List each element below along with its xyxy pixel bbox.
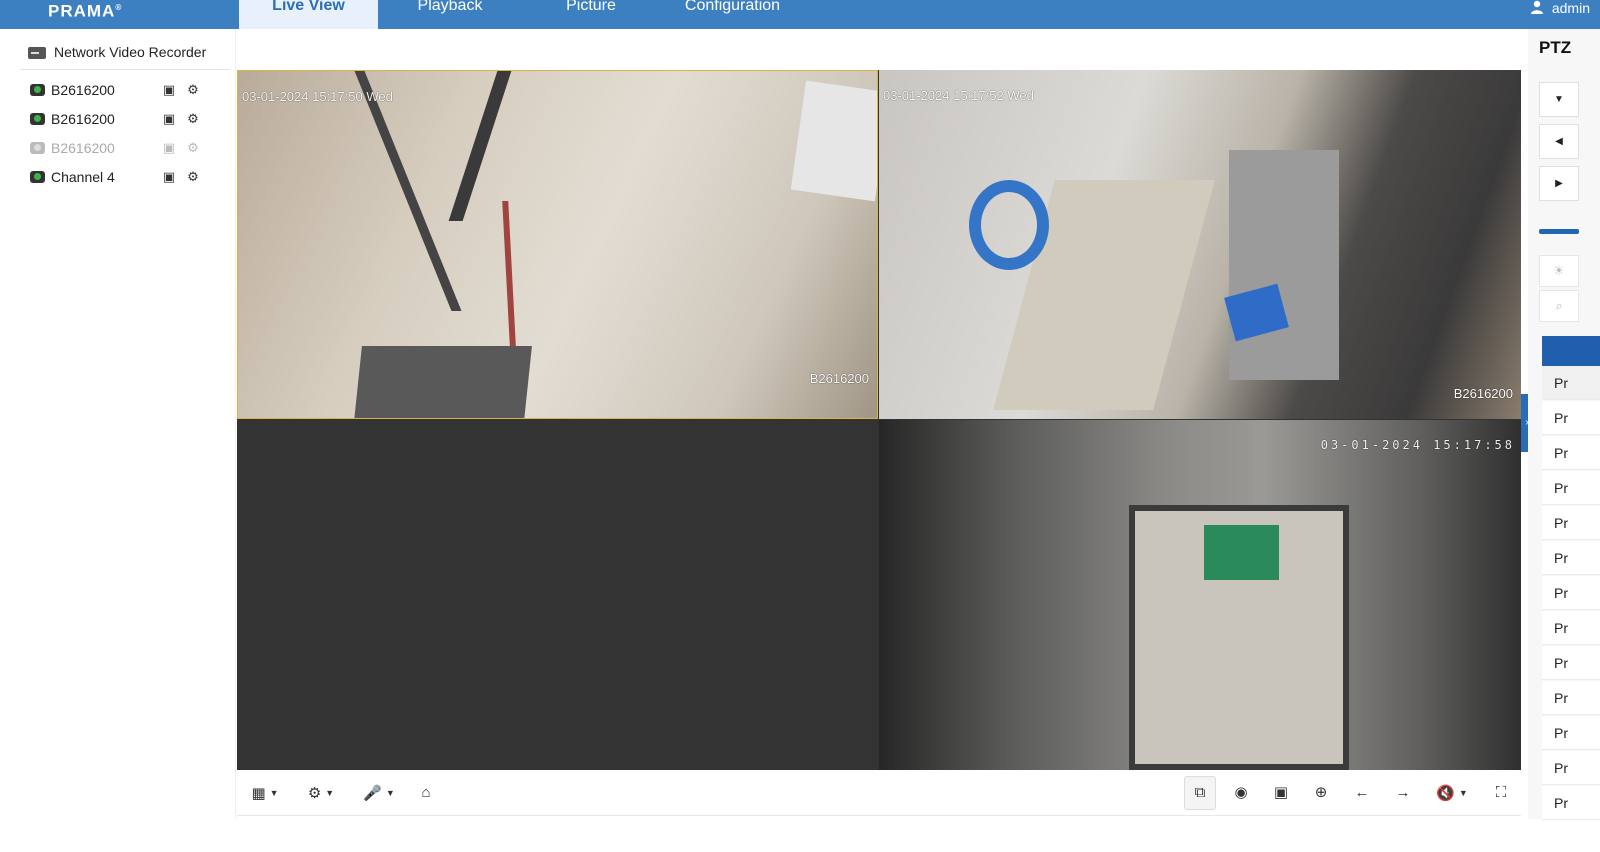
channel-label: Channel 4 bbox=[51, 169, 115, 185]
record-icon[interactable]: ▣ bbox=[160, 169, 178, 185]
capture-icon[interactable]: ◉ bbox=[1230, 782, 1252, 804]
digital-zoom-icon[interactable]: ⊕ bbox=[1310, 782, 1332, 804]
user-menu[interactable]: admin bbox=[1530, 0, 1590, 16]
osd-camera-name: B2616200 bbox=[1453, 386, 1513, 401]
tab-picture[interactable]: Picture bbox=[530, 0, 652, 29]
camera-status-icon bbox=[30, 113, 45, 125]
scene-box bbox=[354, 346, 532, 418]
record-icon[interactable]: ▣ bbox=[160, 82, 178, 98]
preset-item[interactable]: Pr bbox=[1542, 681, 1600, 715]
record-icon[interactable]: ▣ bbox=[160, 111, 178, 127]
record-icon[interactable]: ▣ bbox=[1270, 782, 1292, 804]
fullscreen-icon[interactable]: ⛶ bbox=[1490, 782, 1512, 804]
stream-icon[interactable]: ⚙ ▼ bbox=[301, 782, 341, 804]
preset-item[interactable]: Pr bbox=[1542, 506, 1600, 540]
video-tile-1[interactable]: 03-01-2024 15:17:50 Wed B2616200 bbox=[237, 70, 878, 419]
channel-item-1[interactable]: B2616200 ▣ ⚙ bbox=[30, 79, 220, 101]
camera-status-icon bbox=[30, 142, 45, 154]
ptz-panel: PTZ ▼ ◀ ▶ ☀ ⌕ Pr Pr Pr Pr Pr Pr Pr Pr Pr… bbox=[1528, 29, 1600, 820]
top-navigation-bar: PRAMA® Live View Playback Picture Config… bbox=[0, 0, 1600, 29]
ptz-left-button[interactable]: ◀ bbox=[1539, 124, 1579, 159]
ptz-title: PTZ bbox=[1539, 38, 1572, 57]
nvr-root-label: Network Video Recorder bbox=[54, 44, 207, 60]
record-icon[interactable]: ▣ bbox=[160, 140, 178, 156]
osd-timestamp: 03-01-2024 15:17:58 bbox=[1320, 438, 1515, 452]
zero-channel-icon[interactable]: ⌂ bbox=[415, 782, 437, 804]
volume-icon[interactable]: 🔇 ▼ bbox=[1432, 782, 1472, 804]
preset-item[interactable]: Pr bbox=[1542, 751, 1600, 785]
device-tree-panel: Network Video Recorder B2616200 ▣ ⚙ B261… bbox=[4, 29, 236, 819]
osd-timestamp: 03-01-2024 15:17:50 Wed bbox=[242, 89, 393, 104]
microphone-icon[interactable]: 🎤 ▼ bbox=[359, 782, 399, 804]
preset-item[interactable]: Pr bbox=[1542, 611, 1600, 645]
previous-page-icon[interactable]: ← bbox=[1351, 782, 1373, 804]
stream-settings-icon[interactable]: ⚙ bbox=[184, 82, 202, 98]
camera-status-icon bbox=[30, 84, 45, 96]
video-tile-3-empty[interactable] bbox=[237, 420, 878, 770]
preset-item[interactable]: Pr bbox=[1542, 541, 1600, 575]
username: admin bbox=[1551, 0, 1590, 16]
tab-playback[interactable]: Playback bbox=[384, 0, 516, 29]
scene-cable-coil bbox=[969, 180, 1049, 270]
scene-green-banner bbox=[1204, 525, 1279, 580]
live-view-grid: 03-01-2024 15:17:50 Wed B2616200 03-01-2… bbox=[237, 70, 1521, 770]
focus-icon[interactable]: ⌕ bbox=[1539, 290, 1579, 322]
stream-settings-icon[interactable]: ⚙ bbox=[184, 140, 202, 156]
scene-ac-unit bbox=[790, 80, 877, 202]
preset-item[interactable]: Pr bbox=[1542, 786, 1600, 820]
ptz-speed-slider[interactable] bbox=[1539, 229, 1579, 234]
channel-item-2[interactable]: B2616200 ▣ ⚙ bbox=[30, 108, 220, 130]
channel-label: B2616200 bbox=[51, 111, 115, 127]
scene-cabinet bbox=[1229, 150, 1339, 380]
scene-door-frame bbox=[448, 71, 512, 221]
layout-icon[interactable]: ▦ ▼ bbox=[245, 782, 285, 804]
nvr-root-node[interactable]: Network Video Recorder bbox=[28, 44, 206, 60]
preset-tab-header[interactable] bbox=[1542, 336, 1600, 366]
preset-item[interactable]: Pr bbox=[1542, 576, 1600, 610]
osd-timestamp: 03-01-2024 15:17:52 Wed bbox=[883, 88, 1034, 103]
preset-item[interactable]: Pr bbox=[1542, 716, 1600, 750]
nvr-device-icon bbox=[28, 47, 46, 59]
video-tile-2[interactable]: 03-01-2024 15:17:52 Wed B2616200 bbox=[879, 70, 1521, 419]
stop-all-icon[interactable]: ⧉ bbox=[1184, 776, 1216, 810]
stream-settings-icon[interactable]: ⚙ bbox=[184, 169, 202, 185]
preset-item[interactable]: Pr bbox=[1542, 646, 1600, 680]
channel-item-3[interactable]: B2616200 ▣ ⚙ bbox=[30, 137, 220, 159]
ptz-right-button[interactable]: ▶ bbox=[1539, 166, 1579, 201]
preset-item[interactable]: Pr bbox=[1542, 401, 1600, 435]
user-icon bbox=[1530, 0, 1543, 14]
channel-item-4[interactable]: Channel 4 ▣ ⚙ bbox=[30, 166, 220, 188]
osd-camera-name: B2616200 bbox=[809, 371, 869, 386]
tab-live-view[interactable]: Live View bbox=[239, 0, 378, 29]
video-tile-4[interactable]: 03-01-2024 15:17:58 bbox=[879, 420, 1521, 770]
preset-item[interactable]: Pr bbox=[1542, 366, 1600, 400]
stream-settings-icon[interactable]: ⚙ bbox=[184, 111, 202, 127]
channel-label: B2616200 bbox=[51, 140, 115, 156]
next-page-icon[interactable]: → bbox=[1392, 782, 1414, 804]
live-view-toolbar: ▦ ▼ ⚙ ▼ 🎤 ▼ ⌂ ⧉ ◉ ▣ ⊕ ← → 🔇 ▼ ⛶ bbox=[237, 770, 1521, 816]
tab-configuration[interactable]: Configuration bbox=[670, 0, 795, 29]
channel-label: B2616200 bbox=[51, 82, 115, 98]
scene-door-frame bbox=[354, 71, 462, 311]
preset-item[interactable]: Pr bbox=[1542, 436, 1600, 470]
tree-divider bbox=[20, 69, 230, 70]
prama-logo: PRAMA® bbox=[48, 1, 123, 21]
ptz-down-button[interactable]: ▼ bbox=[1539, 82, 1579, 117]
preset-item[interactable]: Pr bbox=[1542, 471, 1600, 505]
light-icon[interactable]: ☀ bbox=[1539, 255, 1579, 287]
camera-status-icon bbox=[30, 171, 45, 183]
